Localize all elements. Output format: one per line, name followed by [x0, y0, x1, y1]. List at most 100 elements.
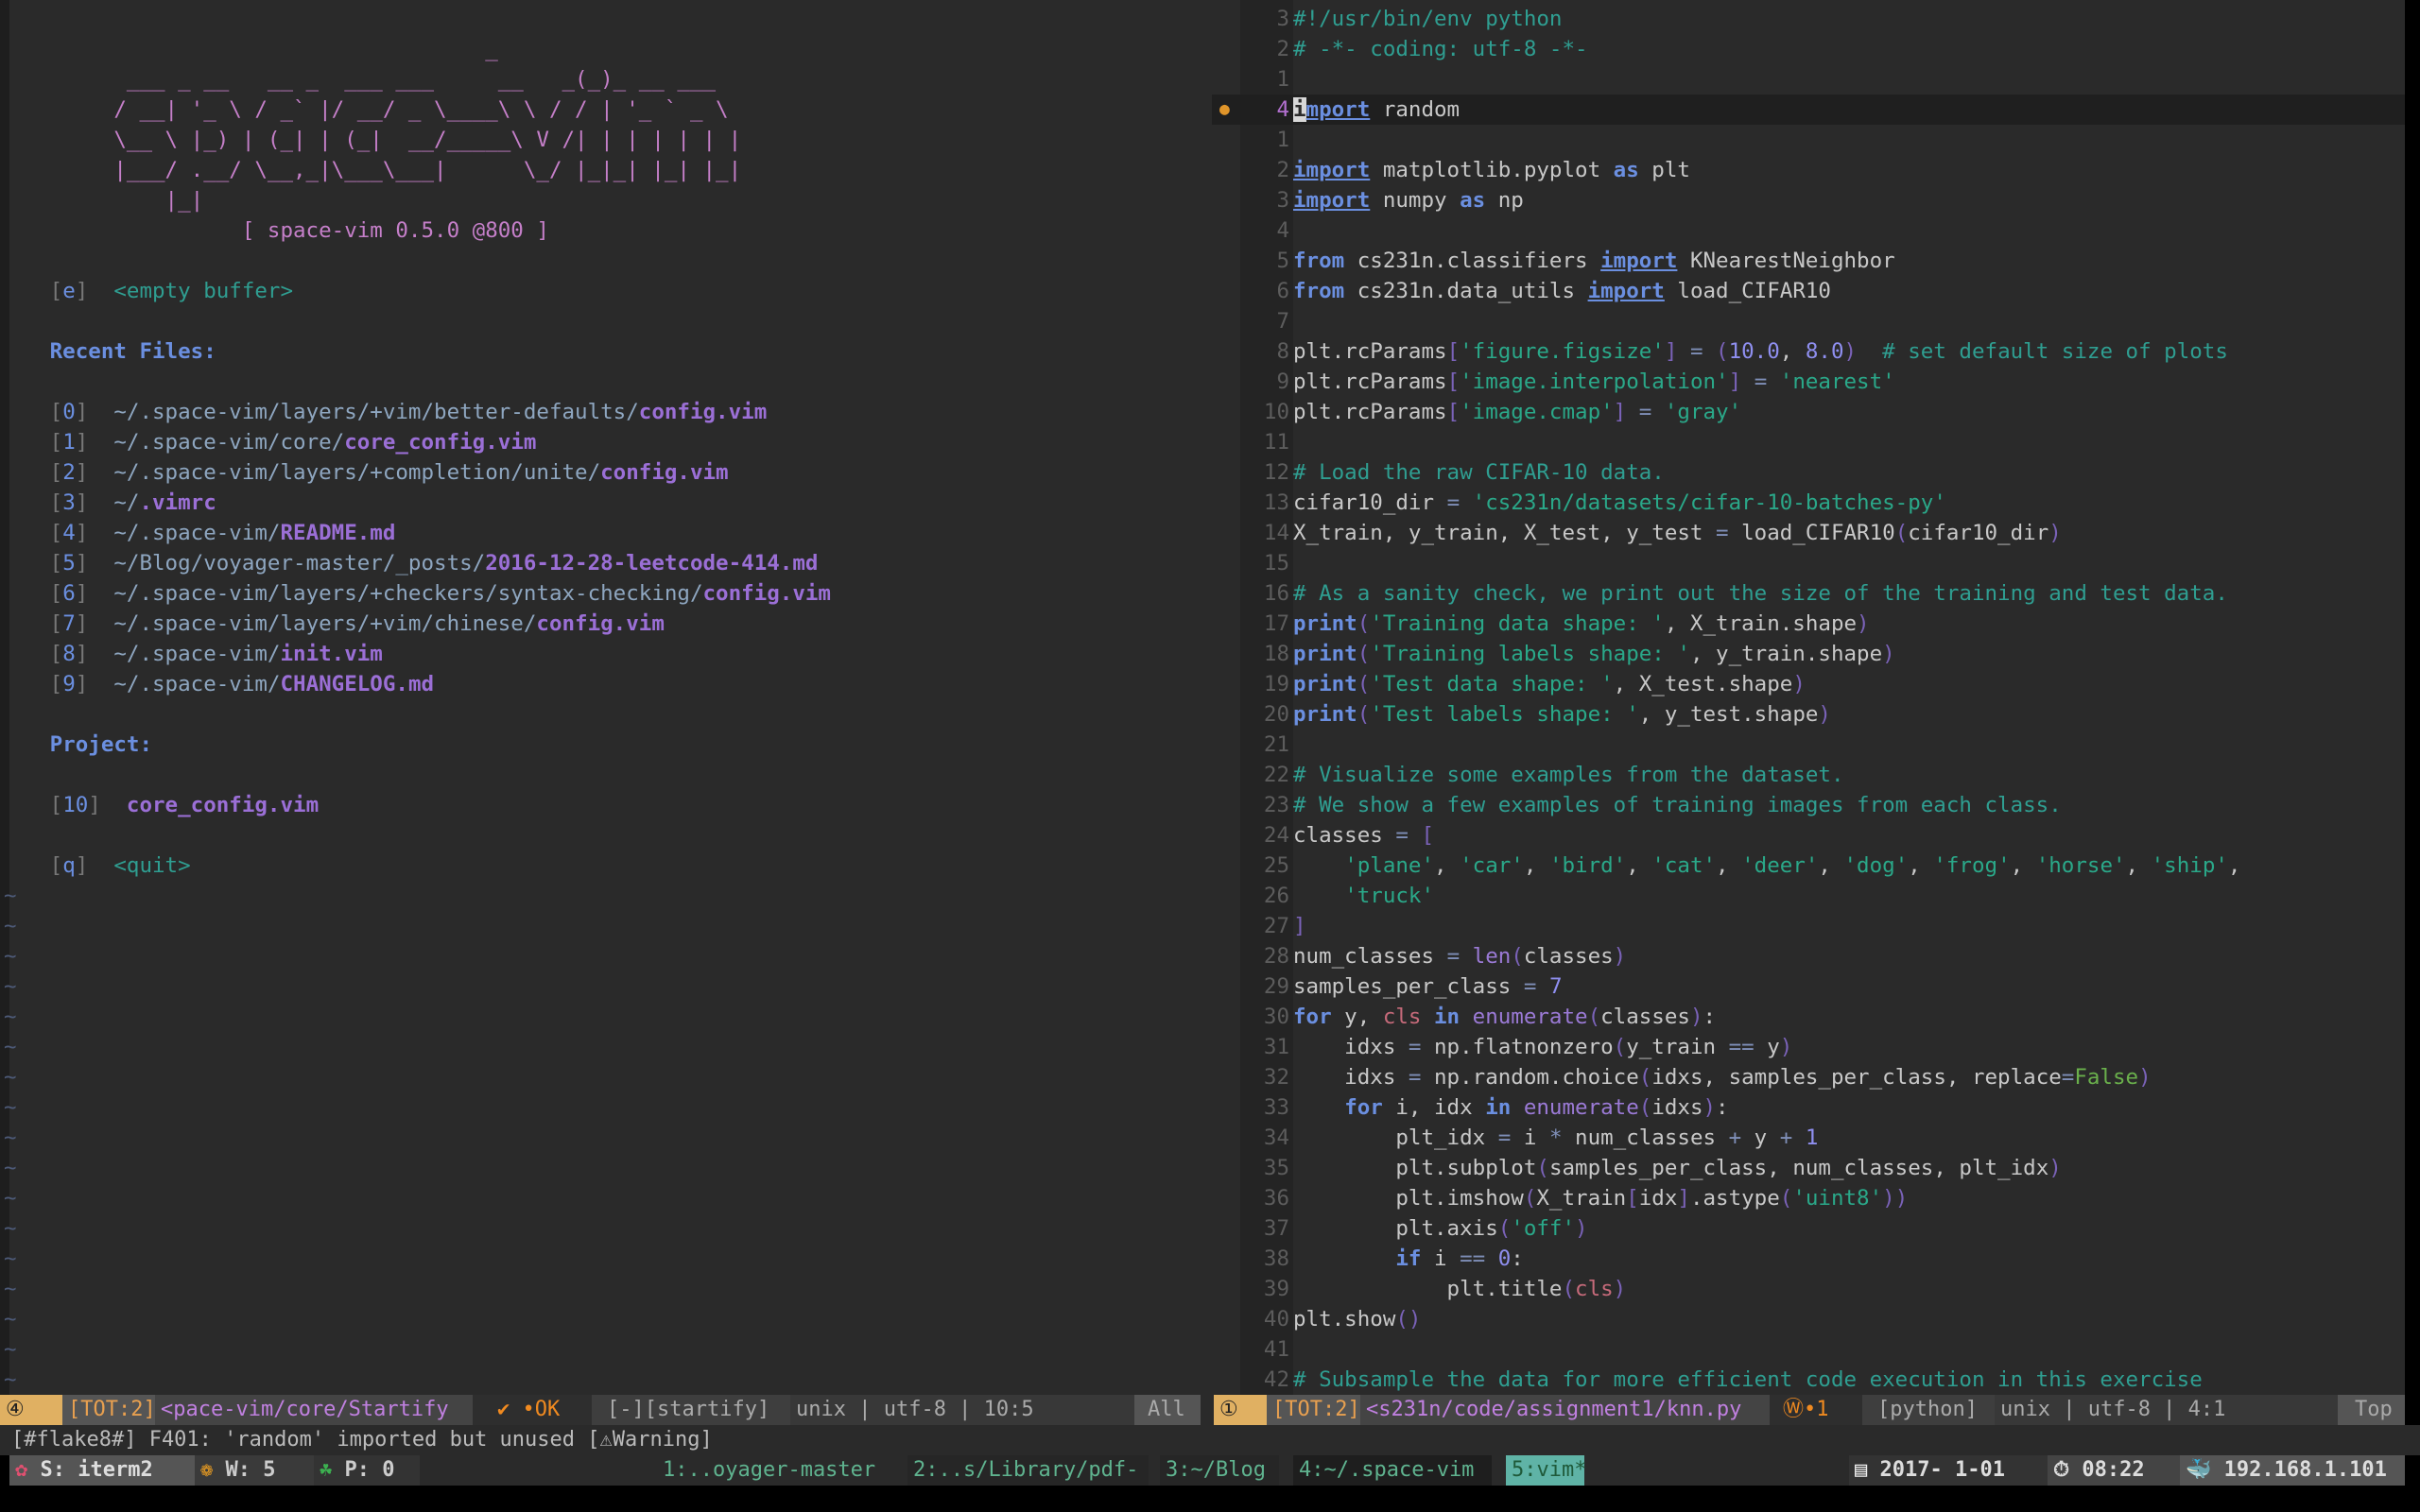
- recent-file-item[interactable]: [7] ~/.space-vim/layers/+vim/chinese/con…: [0, 609, 1212, 639]
- code-line[interactable]: 39 plt.title(cls): [1212, 1274, 2405, 1304]
- file-dir: ~/.space-vim/: [113, 642, 281, 666]
- recent-file-item[interactable]: [2] ~/.space-vim/layers/+completion/unit…: [0, 457, 1212, 488]
- code-line[interactable]: 3 import numpy as np: [1212, 185, 2405, 215]
- tmux-window-3[interactable]: 3:~/Blog: [1160, 1455, 1279, 1486]
- code-line[interactable]: 3 #!/usr/bin/env python: [1212, 4, 2405, 34]
- code-line[interactable]: 40 plt.show(): [1212, 1304, 2405, 1334]
- code-line[interactable]: 2 import matplotlib.pyplot as plt: [1212, 155, 2405, 185]
- code-line[interactable]: 20 print('Test labels shape: ', y_test.sh…: [1212, 699, 2405, 730]
- code-line[interactable]: 4: [1212, 215, 2405, 246]
- code-line[interactable]: 37 plt.axis('off'): [1212, 1213, 2405, 1244]
- token: 'figure.figsize': [1460, 339, 1665, 364]
- recent-file-item[interactable]: [4] ~/.space-vim/README.md: [0, 518, 1212, 548]
- tilde: ~: [4, 1367, 17, 1392]
- code-line[interactable]: 15: [1212, 548, 2405, 578]
- tmux-window-5-active[interactable]: 5:vim*: [1506, 1455, 1586, 1486]
- line-number: 23: [1263, 793, 1289, 817]
- tmux-window-2[interactable]: 2:..s/Library/pdf-: [908, 1455, 1149, 1486]
- code-line[interactable]: 8 plt.rcParams['figure.figsize'] = (10.0,…: [1212, 336, 2405, 367]
- code-line[interactable]: 35 plt.subplot(samples_per_class, num_cl…: [1212, 1153, 2405, 1183]
- token: 'frog': [1933, 853, 2011, 878]
- code-line[interactable]: 27]: [1212, 911, 2405, 941]
- code-line[interactable]: 29 samples_per_class = 7: [1212, 971, 2405, 1002]
- recent-file-item[interactable]: [6] ~/.space-vim/layers/+checkers/syntax…: [0, 578, 1212, 609]
- code-line[interactable]: 23 # We show a few examples of training i…: [1212, 790, 2405, 820]
- code-line[interactable]: 21: [1212, 730, 2405, 760]
- code-line[interactable]: 14 X_train, y_train, X_test, y_test = loa…: [1212, 518, 2405, 548]
- code-line[interactable]: 36 plt.imshow(X_train[idx].astype('uint8…: [1212, 1183, 2405, 1213]
- recent-file-item[interactable]: [3] ~/.vimrc: [0, 488, 1212, 518]
- recent-file-item[interactable]: [8] ~/.space-vim/init.vim: [0, 639, 1212, 669]
- bracket: [: [11, 430, 63, 455]
- line-number: 8: [1276, 339, 1289, 364]
- file-key: 1: [62, 430, 76, 455]
- code-line[interactable]: 42 # Subsample the data for more efficien…: [1212, 1365, 2405, 1395]
- token: # set default size of plots: [1882, 339, 2228, 364]
- token: (: [1613, 1035, 1627, 1059]
- code-line[interactable]: 2 # -*- coding: utf-8 -*-: [1212, 34, 2405, 64]
- code-line[interactable]: 11: [1212, 427, 2405, 457]
- code-line[interactable]: 9 plt.rcParams['image.interpolation'] = '…: [1212, 367, 2405, 397]
- bracket: [: [11, 460, 63, 485]
- code-line[interactable]: 32 idxs = np.random.choice(idxs, samples…: [1212, 1062, 2405, 1092]
- token: plt.title: [1293, 1277, 1563, 1301]
- startify-empty-buffer[interactable]: [e] <empty buffer>: [0, 276, 1212, 306]
- code-line[interactable]: 25 'plane', 'car', 'bird', 'cat', 'deer'…: [1212, 850, 2405, 881]
- tmux-edge: [0, 1455, 9, 1486]
- line-number: 5: [1276, 249, 1289, 273]
- tmux-window-4[interactable]: 4:~/.space-vim: [1293, 1455, 1492, 1486]
- tmux-window-count: ❁ W: 5: [195, 1455, 314, 1486]
- code-line[interactable]: 1: [1212, 64, 2405, 94]
- startify-quit[interactable]: [q] <quit>: [0, 850, 1212, 881]
- code-line[interactable]: 38 if i == 0:: [1212, 1244, 2405, 1274]
- token: cifar10_dir: [1293, 490, 1447, 515]
- code-line[interactable]: 34 plt_idx = i * num_classes + y + 1: [1212, 1123, 2405, 1153]
- code-line[interactable]: 26 'truck': [1212, 881, 2405, 911]
- code-line[interactable]: 19 print('Test data shape: ', X_test.shap…: [1212, 669, 2405, 699]
- tmux-window-1[interactable]: 1:..oyager-master: [657, 1455, 893, 1486]
- recent-file-item[interactable]: [9] ~/.space-vim/CHANGELOG.md: [0, 669, 1212, 699]
- code-line[interactable]: 7: [1212, 306, 2405, 336]
- file-name: core_config.vim: [344, 430, 537, 455]
- token: ,: [1716, 853, 1742, 878]
- code-line[interactable]: 1: [1212, 125, 2405, 155]
- code-line[interactable]: 5 from cs231n.classifiers import KNearest…: [1212, 246, 2405, 276]
- code-line[interactable]: 18 print('Training labels shape: ', y_tra…: [1212, 639, 2405, 669]
- file-key: 9: [62, 672, 76, 696]
- token: plt.rcParams: [1293, 339, 1447, 364]
- code-line[interactable]: 22 # Visualize some examples from the dat…: [1212, 760, 2405, 790]
- code-line[interactable]: 28 num_classes = len(classes): [1212, 941, 2405, 971]
- code-line[interactable]: 13 cifar10_dir = 'cs231n/datasets/cifar-1…: [1212, 488, 2405, 518]
- code-line[interactable]: 24 classes = [: [1212, 820, 2405, 850]
- editor-pane[interactable]: 3 #!/usr/bin/env python 2 # -*- coding: utf…: [1212, 0, 2405, 1395]
- token: ): [2048, 1156, 2062, 1180]
- token: cls: [1382, 1005, 1422, 1029]
- code-line[interactable]: 33 for i, idx in enumerate(idxs):: [1212, 1092, 2405, 1123]
- project-file-item[interactable]: [10] core_config.vim: [0, 790, 1212, 820]
- line-number: 25: [1263, 853, 1289, 878]
- code-line[interactable]: 16 # As a sanity check, we print out the …: [1212, 578, 2405, 609]
- recent-file-item[interactable]: [5] ~/Blog/voyager-master/_posts/2016-12…: [0, 548, 1212, 578]
- token: matplotlib.pyplot: [1370, 158, 1614, 182]
- code-line-current[interactable]: ● 4 import random: [1212, 94, 2405, 125]
- code-line[interactable]: 10 plt.rcParams['image.cmap'] = 'gray': [1212, 397, 2405, 427]
- recent-file-item[interactable]: [1] ~/.space-vim/core/core_config.vim: [0, 427, 1212, 457]
- code-line[interactable]: 12 # Load the raw CIFAR-10 data.: [1212, 457, 2405, 488]
- token: KNearestNeighbor: [1677, 249, 1895, 273]
- startify-pane[interactable]: _ ___ _ __ __ _ ___ ___ __ _(_)_ __ ___ …: [0, 0, 1212, 1395]
- token: [: [1446, 339, 1461, 364]
- code-line[interactable]: 6 from cs231n.data_utils import load_CIFA…: [1212, 276, 2405, 306]
- token: ): [1613, 1277, 1627, 1301]
- file-dir: ~/Blog/voyager-master/_posts/: [113, 551, 486, 576]
- code-line[interactable]: 31 idxs = np.flatnonzero(y_train == y): [1212, 1032, 2405, 1062]
- token: ==: [1728, 1035, 1754, 1059]
- code-line[interactable]: 41: [1212, 1334, 2405, 1365]
- code-line[interactable]: 17 print('Training data shape: ', X_train…: [1212, 609, 2405, 639]
- token: 7: [1548, 974, 1563, 999]
- line-number: 4: [1276, 218, 1289, 243]
- recent-file-item[interactable]: [0] ~/.space-vim/layers/+vim/better-defa…: [0, 397, 1212, 427]
- code-line[interactable]: 30 for y, cls in enumerate(classes):: [1212, 1002, 2405, 1032]
- token: X_train, y_train, X_test, y_test: [1293, 521, 1717, 545]
- left-filetype: [-][startify]: [592, 1395, 790, 1425]
